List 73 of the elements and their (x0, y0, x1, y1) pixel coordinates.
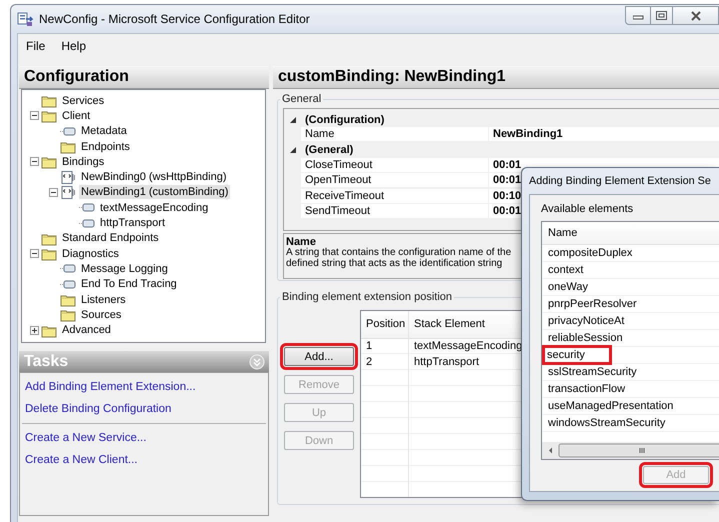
panel-title: Tasks (24, 352, 68, 372)
close-button[interactable] (673, 6, 719, 25)
list-item[interactable]: sslStreamSecurity (548, 365, 637, 379)
collapse-icon[interactable] (288, 146, 296, 154)
property-value: NewBinding1 (489, 127, 719, 142)
list-item[interactable]: security (545, 348, 609, 362)
list-item[interactable]: reliableSession (548, 331, 623, 345)
task-link[interactable]: Create a New Client... (25, 452, 138, 474)
tree-item[interactable]: httpTransport (98, 216, 168, 230)
app-icon (17, 11, 33, 27)
tree-item[interactable]: End To End Tracing (79, 277, 179, 292)
list-item[interactable]: transactionFlow (548, 382, 626, 396)
list-item[interactable]: pnrpPeerResolver (548, 297, 637, 311)
minimize-button[interactable] (625, 6, 651, 25)
panel-title: Configuration (19, 66, 269, 89)
description-text: A string that contains the configuration name of the defined string that acts as the identification string (286, 248, 512, 269)
list-item[interactable]: privacyNoticeAt (548, 314, 624, 328)
menu-item[interactable]: File (18, 39, 54, 53)
property-name: CloseTimeout (301, 158, 488, 174)
expander-icon[interactable] (30, 326, 39, 335)
property-name: SendTimeout (301, 204, 488, 219)
task-link[interactable]: Create a New Service... (25, 430, 146, 452)
list-item[interactable]: oneWay (548, 280, 588, 294)
dialog-title: Adding Binding Element Extension Se (529, 174, 712, 189)
tree-item[interactable]: Standard Endpoints (60, 231, 161, 246)
task-link[interactable]: Delete Binding Configuration (25, 401, 172, 423)
tree-item[interactable]: Metadata (79, 124, 129, 138)
category-label: (General) (304, 144, 354, 156)
tree-item[interactable]: Endpoints (79, 140, 132, 154)
table-cell: 2 (366, 356, 372, 368)
table-cell: 1 (366, 340, 372, 352)
window-title: NewConfig - Microsoft Service Configuration Editor (39, 12, 310, 26)
group-label: Available elements (541, 203, 634, 217)
tree-item[interactable]: Client (60, 108, 92, 123)
tree-item[interactable]: Message Logging (79, 262, 170, 276)
category-label: (Configuration) (304, 114, 384, 126)
description-title: Name (286, 236, 316, 248)
group-label: General (281, 93, 322, 105)
column-header[interactable]: Stack Element (414, 318, 485, 330)
task-link[interactable]: Add Binding Element Extension... (25, 379, 196, 401)
tree-item[interactable]: Advanced (60, 323, 113, 338)
property-name: Name (301, 127, 488, 142)
tree-item[interactable]: NewBinding0 (wsHttpBinding) (79, 170, 229, 184)
tree-item[interactable]: textMessageEncoding (98, 200, 210, 215)
maximize-icon (656, 11, 667, 20)
tree-item[interactable]: Services (60, 94, 106, 108)
tree-item[interactable]: Bindings (60, 154, 106, 169)
property-name: OpenTimeout (301, 173, 488, 188)
tree-item[interactable]: Diagnostics (60, 246, 121, 261)
list-item[interactable]: context (548, 263, 584, 277)
panel-title: customBinding: NewBinding1 (273, 66, 719, 89)
expander-icon[interactable] (30, 111, 39, 120)
close-icon (690, 10, 700, 20)
tree-item[interactable]: NewBinding1 (customBinding) (79, 185, 230, 200)
group-label: Binding element extension position (281, 291, 454, 303)
list-item[interactable]: compositeDuplex (548, 246, 632, 260)
expander-icon[interactable] (30, 157, 39, 166)
expander-icon[interactable] (49, 188, 58, 197)
tree-item[interactable]: Sources (79, 308, 124, 322)
expander-icon[interactable] (30, 249, 39, 258)
table-cell: httpTransport (414, 356, 480, 368)
list-item[interactable]: useManagedPresentation (548, 399, 674, 413)
list-item[interactable]: windowsStreamSecurity (548, 416, 666, 430)
property-name: ReceiveTimeout (301, 188, 488, 204)
binding-icon (60, 170, 76, 185)
binding-icon (60, 184, 76, 200)
table-cell: textMessageEncoding (414, 340, 522, 352)
collapse-icon[interactable] (288, 116, 296, 124)
tree-item[interactable]: Listeners (79, 292, 128, 306)
maximize-button[interactable] (651, 6, 673, 25)
horizontal-scrollbar[interactable] (542, 442, 719, 459)
menu-item[interactable]: Help (53, 39, 94, 53)
column-header[interactable]: Name (548, 227, 578, 239)
